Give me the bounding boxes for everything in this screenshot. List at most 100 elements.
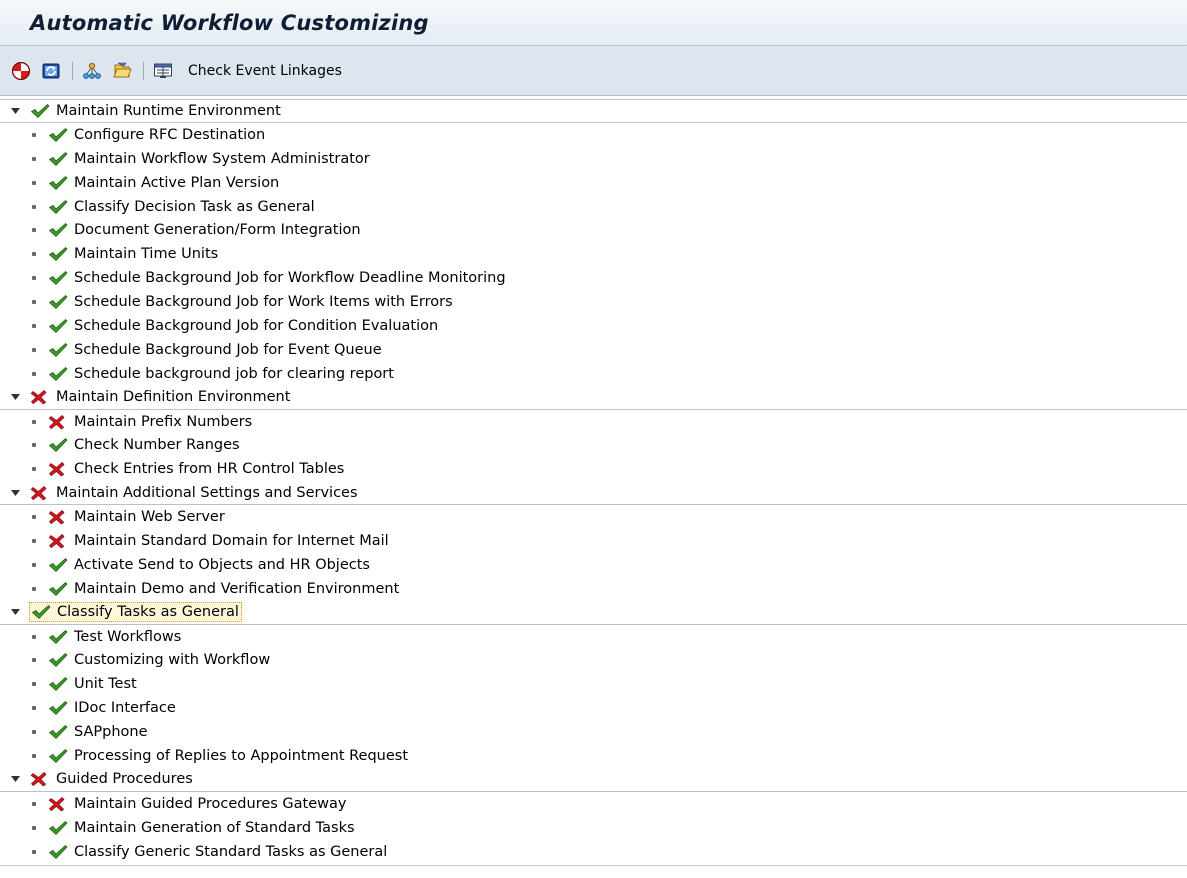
tree-group-row[interactable]: Maintain Runtime Environment: [0, 99, 1187, 123]
tree-item-row[interactable]: Classify Generic Standard Tasks as Gener…: [0, 839, 1187, 864]
tree-item-row[interactable]: Classify Decision Task as General: [0, 194, 1187, 219]
bullet-icon: [32, 323, 36, 328]
tree-item-row[interactable]: Maintain Time Units: [0, 242, 1187, 267]
bullet-icon: [32, 706, 36, 711]
bullet-icon: [32, 252, 36, 257]
bullet-icon: [32, 562, 36, 567]
tree-item-row[interactable]: Activate Send to Objects and HR Objects: [0, 552, 1187, 577]
green-check-icon: [49, 295, 68, 309]
selected-node[interactable]: Classify Tasks as General: [29, 602, 242, 623]
tree-item-row[interactable]: SAPphone: [0, 720, 1187, 745]
tree-group-row[interactable]: Classify Tasks as General: [0, 600, 1187, 625]
item-label: Unit Test: [74, 676, 137, 693]
bullet-icon: [32, 228, 36, 233]
tree-group-row[interactable]: Maintain Definition Environment: [0, 385, 1187, 410]
bullet-icon: [32, 801, 36, 806]
red-x-icon: [48, 534, 65, 549]
expand-toggle[interactable]: [10, 105, 20, 117]
item-label: Maintain Guided Procedures Gateway: [74, 795, 347, 812]
status-error: [30, 770, 52, 788]
refresh-icon: [42, 63, 60, 78]
node-content[interactable]: Maintain Runtime Environment: [30, 102, 281, 120]
item-label: Activate Send to Objects and HR Objects: [74, 556, 370, 573]
status-ok: [48, 819, 70, 837]
expand-toggle[interactable]: [10, 773, 20, 785]
status-ok: [48, 747, 70, 765]
tree-item-row[interactable]: Schedule Background Job for Workflow Dea…: [0, 266, 1187, 291]
status-ok: [48, 556, 70, 574]
toolbar-separator: [72, 61, 73, 80]
tree-item-row[interactable]: Customizing with Workflow: [0, 648, 1187, 673]
bullet-icon: [32, 730, 36, 735]
tree-item-row[interactable]: Unit Test: [0, 672, 1187, 697]
check-event-linkages-button[interactable]: Check Event Linkages: [152, 59, 342, 83]
expand-toggle[interactable]: [10, 391, 20, 403]
tree-item-row[interactable]: Processing of Replies to Appointment Req…: [0, 744, 1187, 768]
expand-toggle[interactable]: [10, 487, 20, 499]
green-check-icon: [49, 247, 68, 262]
toolbar-separator: [143, 61, 144, 80]
tree-bottom-border: [0, 864, 1187, 866]
status-ok: [48, 198, 70, 216]
activity-tree: Maintain Runtime Environment Configure RF…: [0, 96, 1187, 864]
green-check-icon: [49, 199, 68, 214]
tree-item-row[interactable]: Maintain Standard Domain for Internet Ma…: [0, 529, 1187, 553]
bullet-icon: [32, 156, 36, 161]
check-event-linkages-label: Check Event Linkages: [188, 62, 342, 79]
refresh-button[interactable]: [40, 60, 62, 82]
tree-item-row[interactable]: Configure RFC Destination: [0, 122, 1187, 147]
group-label: Guided Procedures: [56, 771, 193, 788]
bullet-icon: [32, 753, 36, 758]
perform-activity-button[interactable]: [111, 60, 133, 82]
status-error: [30, 484, 52, 502]
tree-item-row[interactable]: Test Workflows: [0, 624, 1187, 649]
tree-item-row[interactable]: Schedule Background Job for Work Items w…: [0, 290, 1187, 315]
node-content[interactable]: Maintain Definition Environment: [30, 388, 290, 406]
status-ok: [48, 628, 70, 646]
tree-group-row[interactable]: Maintain Additional Settings and Service…: [0, 481, 1187, 506]
status-ok: [48, 317, 70, 335]
tree-item-row[interactable]: Check Entries from HR Control Tables: [0, 457, 1187, 482]
green-check-icon: [49, 844, 68, 859]
red-x-icon: [48, 414, 65, 429]
tree-item-row[interactable]: Document Generation/Form Integration: [0, 218, 1187, 243]
item-label: Processing of Replies to Appointment Req…: [74, 747, 409, 764]
item-label: Maintain Prefix Numbers: [74, 413, 253, 430]
status-error: [48, 460, 70, 478]
node-content[interactable]: Maintain Additional Settings and Service…: [30, 484, 358, 502]
status-error: [48, 795, 70, 813]
tree-item-row[interactable]: Check Number Ranges: [0, 433, 1187, 458]
status-ok: [48, 174, 70, 192]
tree-item-row[interactable]: Maintain Web Server: [0, 505, 1187, 530]
item-label: Maintain Demo and Verification Environme…: [74, 580, 400, 597]
status-error: [48, 508, 70, 526]
tree-item-row[interactable]: Schedule Background Job for Event Queue: [0, 337, 1187, 362]
tree-item-row[interactable]: Schedule Background Job for Condition Ev…: [0, 314, 1187, 338]
green-check-icon: [49, 151, 68, 166]
status-ok: [48, 126, 70, 144]
node-content[interactable]: Guided Procedures: [30, 770, 193, 788]
tree-item-row[interactable]: Maintain Workflow System Administrator: [0, 146, 1187, 171]
tree-item-row[interactable]: Maintain Demo and Verification Environme…: [0, 576, 1187, 601]
tree-item-row[interactable]: IDoc Interface: [0, 696, 1187, 721]
expanded-triangle-icon: [10, 107, 20, 114]
bullet-icon: [32, 371, 36, 376]
red-x-icon: [48, 510, 65, 525]
green-check-icon: [32, 605, 51, 620]
expand-toggle[interactable]: [10, 606, 20, 618]
perform-automatic-customizing-button[interactable]: [10, 60, 32, 82]
tree-item-row[interactable]: Schedule background job for clearing rep…: [0, 361, 1187, 386]
tree-item-row[interactable]: Maintain Generation of Standard Tasks: [0, 815, 1187, 840]
green-check-icon: [31, 104, 50, 118]
bullet-icon: [32, 180, 36, 185]
status-ok: [48, 245, 70, 263]
expanded-triangle-icon: [10, 394, 20, 401]
tree-item-row[interactable]: Maintain Active Plan Version: [0, 170, 1187, 195]
tree-item-row[interactable]: Maintain Guided Procedures Gateway: [0, 791, 1187, 816]
expanded-triangle-icon: [10, 776, 20, 783]
tree-item-row[interactable]: Maintain Prefix Numbers: [0, 409, 1187, 434]
tree-group-row[interactable]: Guided Procedures: [0, 767, 1187, 792]
expand-all-button[interactable]: [81, 60, 103, 82]
red-dot-icon: [12, 61, 30, 80]
item-label: Maintain Web Server: [74, 509, 225, 526]
